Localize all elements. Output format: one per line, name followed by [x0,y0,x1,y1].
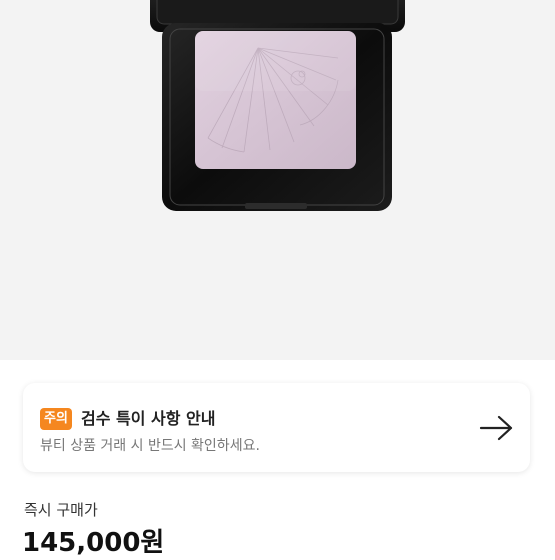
caution-badge: 주의 [40,408,72,430]
inspection-notice-card[interactable]: 주의 검수 특이 사항 안내 뷰티 상품 거래 시 반드시 확인하세요. [23,383,530,472]
instant-buy-price-label: 즉시 구매가 [24,501,98,519]
notice-title: 검수 특이 사항 안내 [81,409,216,428]
product-image [0,0,555,360]
notice-subtitle: 뷰티 상품 거래 시 반드시 확인하세요. [40,438,260,454]
arrow-right-icon[interactable] [479,414,515,442]
compact-powder-image [150,0,405,211]
